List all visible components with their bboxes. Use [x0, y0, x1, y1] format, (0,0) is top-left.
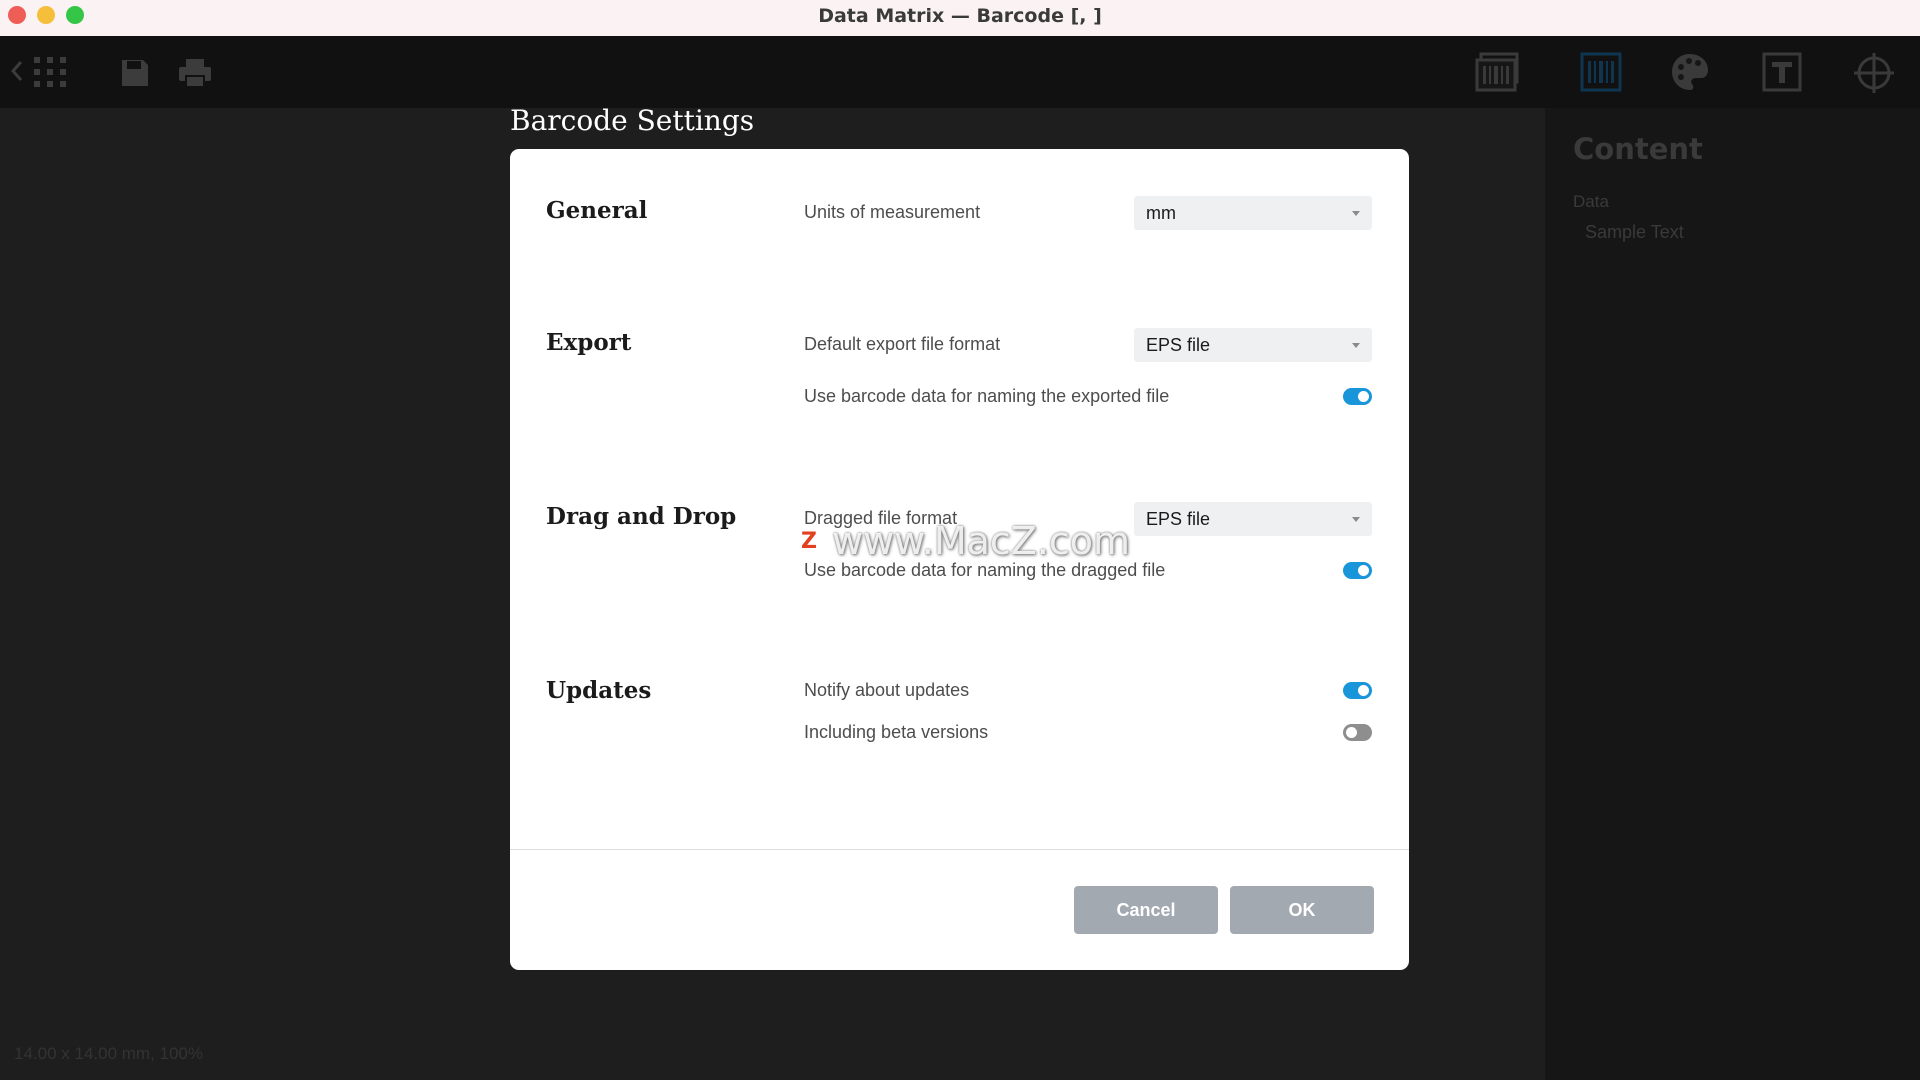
export-format-select[interactable]: EPS file: [1134, 328, 1372, 362]
drag-format-select[interactable]: EPS file: [1134, 502, 1372, 536]
beta-versions-label: Including beta versions: [804, 722, 989, 742]
units-select[interactable]: mm: [1134, 196, 1372, 230]
inspector-panel: Content Data Sample Text: [1545, 108, 1920, 1080]
chevron-down-icon: [1352, 210, 1360, 216]
watermark-logo: Z: [794, 526, 824, 556]
window-title: Data Matrix — Barcode [, ]: [818, 5, 1102, 27]
crosshair-icon[interactable]: [1853, 52, 1895, 94]
data-label: Data: [1573, 192, 1609, 211]
drag-naming-label: Use barcode data for naming the dragged …: [804, 560, 1166, 580]
barcode-stack-icon[interactable]: [1475, 52, 1521, 92]
grid-icon[interactable]: [33, 56, 67, 88]
export-format-value: EPS file: [1146, 334, 1211, 355]
watermark-text: www.MacZ.com: [832, 519, 1131, 563]
chevron-down-icon: [1352, 342, 1360, 348]
canvas-size-status: 14.00 x 14.00 mm, 100%: [14, 1044, 204, 1063]
panel-title: Content: [1573, 132, 1703, 166]
cancel-button[interactable]: Cancel: [1074, 886, 1218, 934]
save-icon[interactable]: [120, 58, 150, 88]
notify-updates-label: Notify about updates: [804, 680, 970, 700]
export-format-label: Default export file format: [804, 334, 1001, 354]
notify-updates-toggle[interactable]: [1343, 682, 1372, 699]
print-icon[interactable]: [178, 58, 212, 88]
watermark: Z www.MacZ.com: [794, 519, 1130, 563]
section-title-updates: Updates: [546, 677, 652, 704]
text-icon[interactable]: [1762, 52, 1802, 92]
ok-button[interactable]: OK: [1230, 886, 1374, 934]
section-title-export: Export: [546, 329, 632, 356]
drag-format-value: EPS file: [1146, 508, 1211, 529]
barcode-icon[interactable]: [1580, 52, 1622, 92]
section-title-general: General: [546, 197, 648, 224]
footer-divider: [510, 849, 1409, 850]
export-naming-label: Use barcode data for naming the exported…: [804, 386, 1170, 406]
main-toolbar: [0, 36, 1920, 108]
section-title-drag-drop: Drag and Drop: [546, 503, 737, 530]
drag-naming-toggle[interactable]: [1343, 562, 1372, 579]
units-value: mm: [1146, 202, 1176, 223]
palette-icon[interactable]: [1670, 52, 1710, 92]
export-naming-toggle[interactable]: [1343, 388, 1372, 405]
title-bar: Data Matrix — Barcode [, ]: [0, 0, 1920, 37]
chevron-left-icon[interactable]: [10, 60, 24, 82]
beta-versions-toggle[interactable]: [1343, 724, 1372, 741]
units-label: Units of measurement: [804, 202, 981, 222]
dialog-title: Barcode Settings: [510, 104, 755, 137]
chevron-down-icon: [1352, 516, 1360, 522]
data-value[interactable]: Sample Text: [1585, 222, 1684, 243]
